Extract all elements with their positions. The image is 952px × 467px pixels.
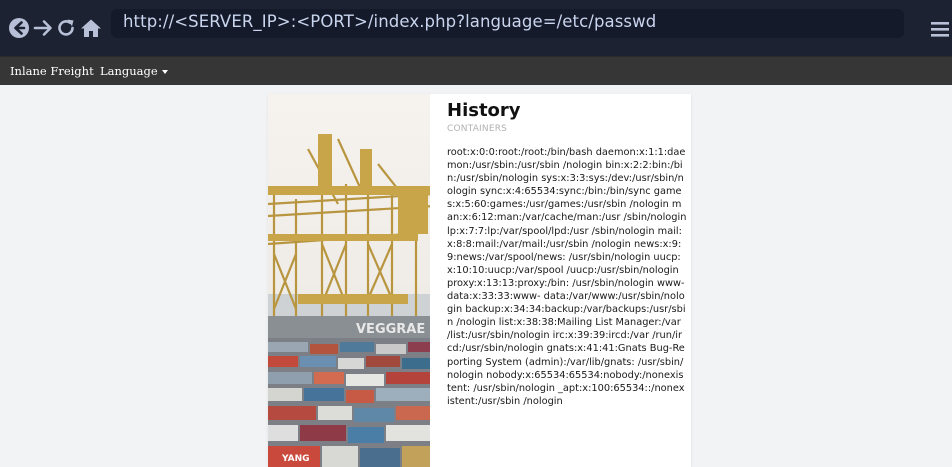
back-icon[interactable] (8, 17, 30, 39)
article-text-column: History CONTAINERS root:x:0:0:root:/root… (447, 100, 687, 408)
caret-down-icon (161, 70, 168, 74)
reload-icon[interactable] (55, 17, 77, 39)
crane-lettering: VEGGRAE (356, 322, 425, 337)
home-icon[interactable] (79, 17, 103, 39)
forward-icon[interactable] (32, 17, 54, 39)
url-text: http://<SERVER_IP>:<PORT>/index.php?lang… (123, 12, 657, 31)
site-brand-link[interactable]: Inlane Freight (10, 64, 94, 78)
container-port-photo: VEGGRAE YANG (268, 94, 434, 467)
browser-toolbar: http://<SERVER_IP>:<PORT>/index.php?lang… (0, 0, 952, 56)
article-title: History (447, 100, 521, 121)
container-lettering: YANG (281, 454, 310, 464)
article-subtitle: CONTAINERS (447, 124, 508, 134)
menu-icon[interactable] (930, 20, 950, 38)
article-body: root:x:0:0:root:/root:/bin/bash daemon:x… (447, 147, 687, 407)
language-dropdown-label: Language (100, 64, 158, 78)
site-navbar: Inlane Freight Language (0, 56, 952, 85)
address-bar[interactable]: http://<SERVER_IP>:<PORT>/index.php?lang… (111, 9, 904, 38)
article-card: VEGGRAE YANG History CONTAINERS root:x:0… (268, 94, 691, 467)
language-dropdown[interactable]: Language (100, 64, 168, 78)
